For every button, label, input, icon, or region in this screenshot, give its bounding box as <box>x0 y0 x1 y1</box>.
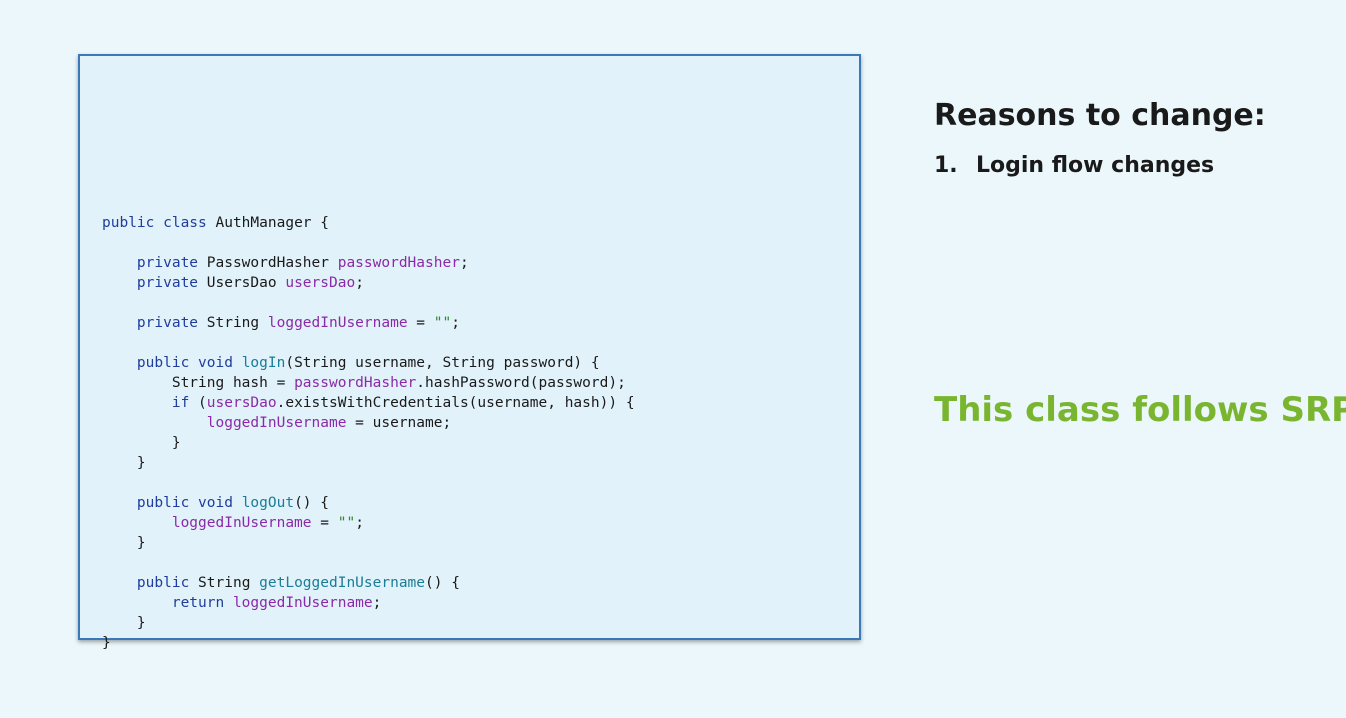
code-token: "" <box>433 315 452 331</box>
code-token: logIn <box>241 355 286 371</box>
srp-verdict: This class follows SRP! <box>934 390 1346 430</box>
code-line: private UsersDao usersDao; <box>102 273 635 293</box>
code-token: String <box>198 315 268 331</box>
code-token: logOut <box>241 495 295 511</box>
code-token: if <box>102 395 190 411</box>
code-token: .hashPassword(password); <box>416 375 626 391</box>
slide: public class AuthManager { private Passw… <box>0 0 1346 718</box>
code-token: = <box>407 315 434 331</box>
code-token: private <box>102 275 199 291</box>
code-token: ; <box>451 315 460 331</box>
code-token: String <box>189 575 260 591</box>
code-token: loggedInUsername <box>232 595 373 611</box>
code-token: ; <box>459 255 469 271</box>
reason-number: 1. <box>934 153 958 178</box>
code-line: public void logOut() { <box>102 493 635 513</box>
code-token: passwordHasher <box>294 375 417 391</box>
code-line: loggedInUsername = ""; <box>102 513 635 533</box>
code-token: } <box>102 535 146 551</box>
code-token: ; <box>355 515 364 531</box>
code-token: ; <box>355 275 364 291</box>
code-line: public void logIn(String username, Strin… <box>102 353 635 373</box>
code-token: return <box>102 595 225 611</box>
reason-item: 1. Login flow changes <box>934 153 1214 178</box>
code-token: usersDao <box>285 275 356 291</box>
code-token: } <box>102 635 111 651</box>
code-line: } <box>102 433 635 453</box>
code-token: ( <box>189 395 207 411</box>
code-token: String hash = <box>102 375 295 391</box>
code-token: private <box>102 255 199 271</box>
code-token: getLoggedInUsername <box>259 575 426 591</box>
code-line: } <box>102 533 635 553</box>
code-line: loggedInUsername = username; <box>102 413 635 433</box>
code-line: public class AuthManager { <box>102 213 635 233</box>
code-token: = <box>311 515 338 531</box>
code-token: UsersDao <box>198 275 286 291</box>
code-token: usersDao <box>206 395 277 411</box>
reason-text: Login flow changes <box>976 153 1215 178</box>
code-line: public String getLoggedInUsername() { <box>102 573 635 593</box>
code-line: private String loggedInUsername = ""; <box>102 313 635 333</box>
code-token: (String username, String password) { <box>285 355 600 371</box>
code-token: public void <box>102 355 233 371</box>
code-block: public class AuthManager { private Passw… <box>102 133 635 653</box>
code-line: if (usersDao.existsWithCredentials(usern… <box>102 393 635 413</box>
code-token: loggedInUsername <box>206 415 347 431</box>
code-token: () { <box>294 495 329 511</box>
code-token: = username; <box>346 415 452 431</box>
code-line: String hash = passwordHasher.hashPasswor… <box>102 373 635 393</box>
code-line: private PasswordHasher passwordHasher; <box>102 253 635 273</box>
code-token: loggedInUsername <box>267 315 408 331</box>
reasons-heading: Reasons to change: <box>934 98 1266 133</box>
code-token: passwordHasher <box>337 255 460 271</box>
code-token: .existsWithCredentials(username, hash)) … <box>276 395 635 411</box>
code-line: return loggedInUsername; <box>102 593 635 613</box>
code-token: () { <box>425 575 460 591</box>
code-token: } <box>102 615 146 631</box>
code-token: public <box>102 575 190 591</box>
code-token: PasswordHasher <box>198 255 338 271</box>
code-token: "" <box>337 515 356 531</box>
code-line: } <box>102 633 635 653</box>
code-token: loggedInUsername <box>171 515 312 531</box>
code-token: private <box>102 315 199 331</box>
reasons-list: 1. Login flow changes <box>934 153 1214 178</box>
code-token: public void <box>102 495 233 511</box>
code-line: } <box>102 453 635 473</box>
code-token: AuthManager { <box>206 215 329 231</box>
code-line: } <box>102 613 635 633</box>
code-token: public class <box>102 215 207 231</box>
code-token: ; <box>372 595 382 611</box>
code-token: } <box>102 455 146 471</box>
code-token: } <box>102 435 181 451</box>
code-panel: public class AuthManager { private Passw… <box>78 54 861 651</box>
